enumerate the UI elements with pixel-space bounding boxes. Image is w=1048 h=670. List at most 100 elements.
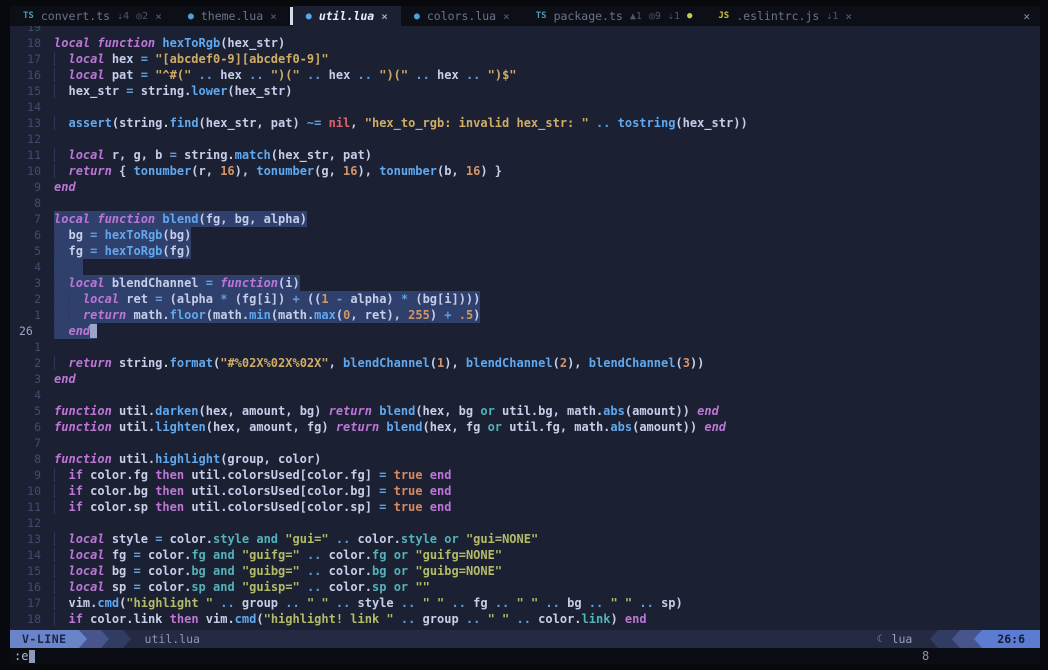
code-token: find bbox=[170, 116, 199, 130]
visual-selection-count: 8 bbox=[922, 648, 929, 664]
close-icon[interactable]: × bbox=[845, 10, 852, 23]
code-line[interactable]: 10▏ if color.bg then util.colorsUsed[col… bbox=[10, 483, 1040, 499]
code-line[interactable]: 7 bbox=[10, 435, 1040, 451]
code-line[interactable]: 15▏ hex_str = string.lower(hex_str) bbox=[10, 83, 1040, 99]
line-number: 12 bbox=[10, 131, 54, 147]
code-line[interactable]: 2▏ return string.format("#%02X%02X%02X",… bbox=[10, 355, 1040, 371]
code-token: local bbox=[68, 52, 111, 66]
tab-label: convert.ts bbox=[41, 9, 110, 23]
code-token: "gui=NONE" bbox=[466, 532, 538, 546]
code-token: sp bbox=[372, 580, 386, 594]
code-token: = bbox=[155, 532, 169, 546]
code-token: or bbox=[480, 404, 494, 418]
code-token: ( bbox=[271, 308, 278, 322]
tab-colors.lua[interactable]: ●colors.lua× bbox=[401, 6, 523, 26]
code-token: util.colorsUsed[color.bg] bbox=[191, 484, 379, 498]
code-line[interactable]: 14 bbox=[10, 99, 1040, 115]
code-line[interactable]: 26▏ end bbox=[10, 323, 1040, 339]
code-line[interactable]: 7local function blend(fg, bg, alpha) bbox=[10, 211, 1040, 227]
code-line[interactable]: 14▏ local fg = color.fg and "guifg=" .. … bbox=[10, 547, 1040, 563]
tab-theme.lua[interactable]: ●theme.lua× bbox=[175, 6, 290, 26]
code-line[interactable]: 13▏ assert(string.find(hex_str, pat) ~= … bbox=[10, 115, 1040, 131]
code-token: ), bbox=[358, 164, 380, 178]
code-line[interactable]: 18local function hexToRgb(hex_str) bbox=[10, 35, 1040, 51]
code-line[interactable]: 13▏ local style = color.style and "gui="… bbox=[10, 531, 1040, 547]
tab-convert.ts[interactable]: TSconvert.ts⇣4◎2× bbox=[10, 6, 175, 26]
code-line[interactable]: 11▏ if color.sp then util.colorsUsed[col… bbox=[10, 499, 1040, 515]
code-line[interactable]: 6▏ bg = hexToRgb(bg) bbox=[10, 227, 1040, 243]
code-token: ( bbox=[336, 308, 343, 322]
code-token: sp bbox=[661, 596, 675, 610]
tab-util.lua[interactable]: ●util.lua× bbox=[293, 6, 401, 26]
close-icon[interactable]: × bbox=[270, 10, 277, 23]
code-token: , bbox=[249, 212, 263, 226]
code-line[interactable]: 1 bbox=[10, 339, 1040, 355]
code-line[interactable]: 3end bbox=[10, 371, 1040, 387]
code-line[interactable]: 2▏ ▏ local ret = (alpha * (fg[i]) + ((1 … bbox=[10, 291, 1040, 307]
close-icon[interactable]: × bbox=[381, 10, 388, 23]
code-line[interactable]: 6function util.lighten(hex, amount, fg) … bbox=[10, 419, 1040, 435]
code-area[interactable]: 1918local function hexToRgb(hex_str)17▏ … bbox=[10, 26, 1040, 630]
code-token: or bbox=[394, 564, 408, 578]
code-token: color. bbox=[329, 580, 372, 594]
code-line[interactable]: 18▏ if color.link then vim.cmd("highligh… bbox=[10, 611, 1040, 627]
code-token: max bbox=[314, 308, 336, 322]
code-line[interactable]: 19 bbox=[10, 26, 1040, 35]
code-line[interactable]: 16▏ local sp = color.sp and "guisp=" .. … bbox=[10, 579, 1040, 595]
modified-dot: ● bbox=[687, 11, 692, 21]
code-line[interactable]: 9▏ if color.fg then util.colorsUsed[colo… bbox=[10, 467, 1040, 483]
code-token: abs bbox=[610, 420, 632, 434]
code-line[interactable]: 4 bbox=[10, 387, 1040, 403]
code-line[interactable]: 10▏ return { tonumber(r, 16), tonumber(g… bbox=[10, 163, 1040, 179]
code-token: ) bbox=[610, 612, 624, 626]
command-line[interactable]: :e 8 bbox=[10, 648, 1040, 664]
code-token: color bbox=[278, 452, 314, 466]
code-line[interactable]: 16▏ local pat = "^#(" .. hex .. ")(" .. … bbox=[10, 67, 1040, 83]
code-token: "" bbox=[415, 580, 429, 594]
lua-icon: ● bbox=[414, 11, 420, 22]
code-token: if bbox=[68, 500, 90, 514]
line-number: 8 bbox=[10, 195, 54, 211]
code-line[interactable]: 15▏ local bg = color.bg and "guibg=" .. … bbox=[10, 563, 1040, 579]
code-text: function util.highlight(group, color) bbox=[54, 451, 321, 467]
code-line[interactable]: 3▏ local blendChannel = function(i) bbox=[10, 275, 1040, 291]
tab-.eslintrc.js[interactable]: JS.eslintrc.js⇣1× bbox=[705, 6, 865, 26]
code-token: fg bbox=[191, 548, 205, 562]
code-line[interactable]: 17▏ local hex = "[abcdef0-9][abcdef0-9]" bbox=[10, 51, 1040, 67]
code-token: return bbox=[329, 404, 380, 418]
code-token: .5 bbox=[459, 308, 473, 322]
code-token: color. bbox=[358, 532, 401, 546]
code-token: , bbox=[329, 356, 343, 370]
code-line[interactable]: 9end bbox=[10, 179, 1040, 195]
line-number: 11 bbox=[10, 499, 54, 515]
code-text: ▏ local r, g, b = string.match(hex_str, … bbox=[54, 147, 372, 163]
code-line[interactable]: 5function util.darken(hex, amount, bg) r… bbox=[10, 403, 1040, 419]
code-token: "guifg=NONE" bbox=[415, 548, 502, 562]
code-token: "#%02X%02X%02X" bbox=[220, 356, 328, 370]
code-line[interactable]: 8 bbox=[10, 195, 1040, 211]
code-token: (hex, bg bbox=[415, 404, 480, 418]
code-line[interactable]: 8function util.highlight(group, color) bbox=[10, 451, 1040, 467]
code-line[interactable]: 17▏ vim.cmd("highlight " .. group .. " "… bbox=[10, 595, 1040, 611]
tabline-overflow-close[interactable]: ✕ bbox=[1013, 6, 1040, 26]
close-icon[interactable]: × bbox=[503, 10, 510, 23]
line-number: 10 bbox=[10, 163, 54, 179]
code-token: ▏ bbox=[68, 308, 75, 322]
code-token: .. bbox=[242, 68, 271, 82]
code-token: end bbox=[430, 500, 452, 514]
line-number: 6 bbox=[10, 419, 54, 435]
line-number: 4 bbox=[10, 387, 54, 403]
code-line[interactable]: 4 bbox=[10, 259, 1040, 275]
code-line[interactable]: 5▏ fg = hexToRgb(fg) bbox=[10, 243, 1040, 259]
close-all-icon[interactable]: ✕ bbox=[1023, 10, 1030, 23]
code-line[interactable]: 11▏ local r, g, b = string.match(hex_str… bbox=[10, 147, 1040, 163]
code-line[interactable]: 1▏ ▏ return math.floor(math.min(math.max… bbox=[10, 307, 1040, 323]
code-line[interactable]: 12 bbox=[10, 131, 1040, 147]
code-token: local bbox=[68, 276, 111, 290]
code-token: then bbox=[155, 468, 191, 482]
tab-package.ts[interactable]: TSpackage.ts▲1◎9⇣1● bbox=[523, 6, 706, 26]
close-icon[interactable]: × bbox=[155, 10, 162, 23]
code-token: and bbox=[213, 564, 235, 578]
code-line[interactable]: 12 bbox=[10, 515, 1040, 531]
code-text: ▏ local sp = color.sp and "guisp=" .. co… bbox=[54, 579, 430, 595]
